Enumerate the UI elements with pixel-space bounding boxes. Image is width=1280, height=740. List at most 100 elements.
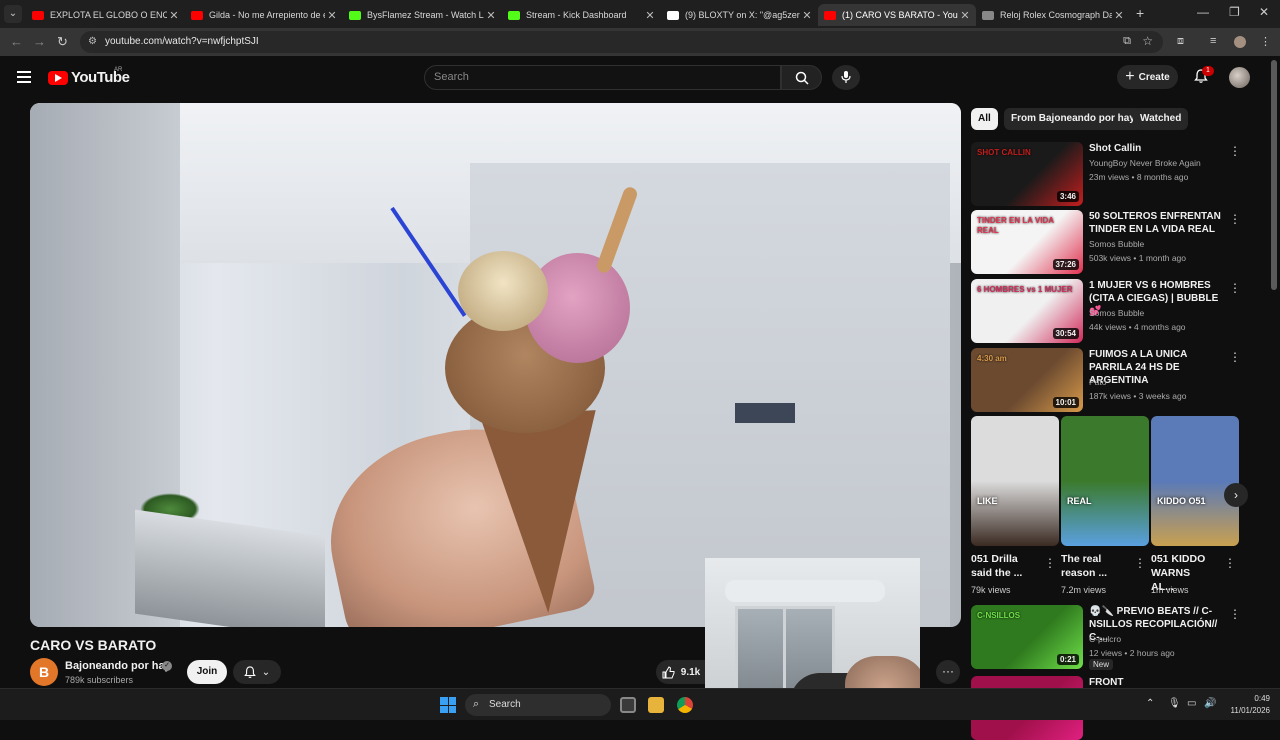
video-thumbnail[interactable]: 6 HOMBRES vs 1 MUJER 30:54 <box>971 279 1083 343</box>
extensions-icon[interactable]: ⧈ <box>1177 35 1184 48</box>
short-title[interactable]: The real reason ... <box>1061 552 1125 580</box>
close-window-icon[interactable]: ✕ <box>1259 5 1269 19</box>
x-favicon <box>667 10 679 20</box>
recommendation-channel[interactable]: Pato <box>1089 377 1107 387</box>
address-bar[interactable]: ⚙ youtube.com/watch?v=nwfjchptSJI ⧉ ☆ <box>80 31 1163 53</box>
create-label: Create <box>1138 71 1170 83</box>
video-thumbnail[interactable]: TINDER EN LA VIDA REAL 37:26 <box>971 210 1083 274</box>
more-options-icon[interactable]: ⋮ <box>1229 607 1241 621</box>
more-options-icon[interactable]: ⋮ <box>1229 144 1241 158</box>
short-thumbnail[interactable]: LIKE <box>971 416 1059 546</box>
recommendation-title[interactable]: FUIMOS A LA UNICA PARRILA 24 HS DE ARGEN… <box>1089 348 1221 387</box>
restore-window-icon[interactable]: ❐ <box>1229 5 1240 19</box>
browser-tab-active[interactable]: (1) CARO VS BARATO - YouTub✕ <box>818 4 976 26</box>
filter-chip[interactable]: From Bajoneando por hay <box>1004 108 1142 130</box>
video-thumbnail[interactable]: 4:30 am 10:01 <box>971 348 1083 412</box>
subscription-bell-button[interactable]: ⌄ <box>233 660 281 684</box>
shorts-next-arrow-icon[interactable]: › <box>1224 483 1248 507</box>
channel-avatar[interactable]: B <box>30 658 58 686</box>
like-button[interactable]: 9.1k <box>656 660 706 684</box>
create-button[interactable]: + Create <box>1117 65 1178 89</box>
more-options-icon[interactable]: ⋮ <box>1229 212 1241 226</box>
network-icon[interactable]: ▭ <box>1187 698 1196 709</box>
browser-tab-title: Reloj Rolex Cosmograph Dayto <box>1000 10 1112 20</box>
windows-start-icon[interactable] <box>440 697 456 713</box>
volume-icon[interactable]: 🔊 <box>1204 698 1216 709</box>
recommendation-channel[interactable]: C-pulcro <box>1089 634 1121 644</box>
join-button[interactable]: Join <box>187 660 227 684</box>
browser-tab-title: (1) CARO VS BARATO - YouTub <box>842 10 958 20</box>
recommendation-title[interactable]: 50 SOLTEROS ENFRENTAN TINDER EN LA VIDA … <box>1089 210 1221 236</box>
video-duration: 10:01 <box>1052 397 1079 408</box>
close-tab-icon[interactable]: ✕ <box>800 9 814 22</box>
recommendation-item[interactable]: SHOT CALLIN 3:46 Shot Callin YoungBoy Never… <box>971 142 1241 206</box>
bookmark-star-icon[interactable]: ☆ <box>1142 34 1153 48</box>
profile-avatar[interactable] <box>1234 36 1246 48</box>
mic-tray-icon[interactable]: 🎙 <box>1168 698 1181 709</box>
search-input[interactable]: Search <box>424 65 781 90</box>
browser-tab[interactable]: Gilda - No me Arrepiento de es ✕ <box>185 4 343 26</box>
more-options-icon[interactable]: ⋮ <box>1224 556 1236 570</box>
recommendation-title[interactable]: Shot Callin <box>1089 142 1221 155</box>
browser-tab[interactable]: Reloj Rolex Cosmograph Dayto✕ <box>976 4 1130 26</box>
thumbs-up-icon <box>662 665 675 678</box>
more-options-icon[interactable]: ⋮ <box>1229 350 1241 364</box>
recommendation-channel[interactable]: Somos Bubble <box>1089 239 1144 249</box>
account-avatar[interactable] <box>1229 67 1250 88</box>
short-thumbnail[interactable]: REAL <box>1061 416 1149 546</box>
reload-button[interactable]: ↻ <box>57 34 68 50</box>
site-info-icon[interactable]: ⚙ <box>88 36 97 47</box>
task-view-icon[interactable] <box>620 697 636 713</box>
close-tab-icon[interactable]: ✕ <box>958 9 972 22</box>
system-clock[interactable]: 0:49 11/01/2026 <box>1226 693 1270 717</box>
more-actions-button[interactable]: ··· <box>936 660 960 684</box>
close-tab-icon[interactable]: ✕ <box>167 9 181 22</box>
recommendation-item[interactable]: TINDER EN LA VIDA REAL 37:26 50 SOLTEROS E… <box>971 210 1241 274</box>
video-thumbnail[interactable]: SHOT CALLIN 3:46 <box>971 142 1083 206</box>
short-title[interactable]: 051 Drilla said the ... <box>971 552 1035 580</box>
recommendation-item[interactable]: 6 HOMBRES vs 1 MUJER 30:54 1 MUJER VS 6 HO… <box>971 279 1241 343</box>
hamburger-menu-icon[interactable] <box>17 71 31 86</box>
channel-name[interactable]: Bajoneando por hay <box>65 660 171 672</box>
chrome-icon[interactable] <box>677 697 693 713</box>
search-button[interactable] <box>781 65 822 90</box>
filter-chip[interactable]: All <box>971 108 998 130</box>
minimize-window-icon[interactable]: — <box>1197 5 1209 19</box>
short-thumbnail[interactable]: KIDDO O51 <box>1151 416 1239 546</box>
video-player[interactable] <box>30 103 961 627</box>
taskbar-search-box[interactable]: ⌕ Search <box>465 694 611 716</box>
close-tab-icon[interactable]: ✕ <box>643 9 657 22</box>
media-controls-icon[interactable]: ≡ <box>1210 35 1216 47</box>
video-frame-cream-scoop <box>458 251 548 331</box>
close-tab-icon[interactable]: ✕ <box>325 9 339 22</box>
clock-date: 11/01/2026 <box>1230 706 1270 715</box>
browser-tab[interactable]: (9) BLOXTY on X: "@ag5zera @✕ <box>661 4 818 26</box>
more-options-icon[interactable]: ⋮ <box>1229 281 1241 295</box>
close-tab-icon[interactable]: ✕ <box>1112 9 1126 22</box>
more-options-icon[interactable]: ⋮ <box>1044 556 1056 570</box>
recommendation-channel[interactable]: YoungBoy Never Broke Again <box>1089 158 1201 168</box>
browser-tab[interactable]: BysFlamez Stream - Watch Live ✕ <box>343 4 502 26</box>
filter-chip[interactable]: Watched <box>1133 108 1189 130</box>
browser-tab[interactable]: Stream - Kick Dashboard ✕ <box>502 4 661 26</box>
recommendation-channel[interactable]: Somos Bubble <box>1089 308 1144 318</box>
install-app-icon[interactable]: ⧉ <box>1123 35 1131 48</box>
youtube-logo[interactable]: YouTube AR <box>48 67 130 86</box>
search-placeholder: Search <box>434 71 469 83</box>
tray-chevron-icon[interactable]: ⌃ <box>1146 698 1154 709</box>
video-thumbnail[interactable]: C-NSILLOS 0:21 <box>971 605 1083 669</box>
recommendation-item[interactable]: C-NSILLOS 0:21 💀🔪 PREVIO BEATS // C-NSILLO… <box>971 605 1241 670</box>
browser-tab[interactable]: EXPLOTA EL GLOBO O ENCUEN✕ <box>26 4 185 26</box>
file-explorer-icon[interactable] <box>648 697 664 713</box>
close-tab-icon[interactable]: ✕ <box>484 9 498 22</box>
new-tab-button[interactable]: + <box>1136 5 1144 21</box>
youtube-play-icon <box>48 70 68 85</box>
voice-search-button[interactable] <box>832 65 860 90</box>
browser-menu-icon[interactable]: ⋮ <box>1260 35 1271 48</box>
more-options-icon[interactable]: ⋮ <box>1134 556 1146 570</box>
page-scrollbar[interactable] <box>1271 60 1277 290</box>
tab-search-button[interactable]: ⌄ <box>4 5 22 23</box>
forward-button[interactable]: → <box>33 34 46 49</box>
recommendation-item[interactable]: 4:30 am 10:01 FUIMOS A LA UNICA PARRILA 24… <box>971 348 1241 412</box>
back-button[interactable]: ← <box>10 34 23 49</box>
